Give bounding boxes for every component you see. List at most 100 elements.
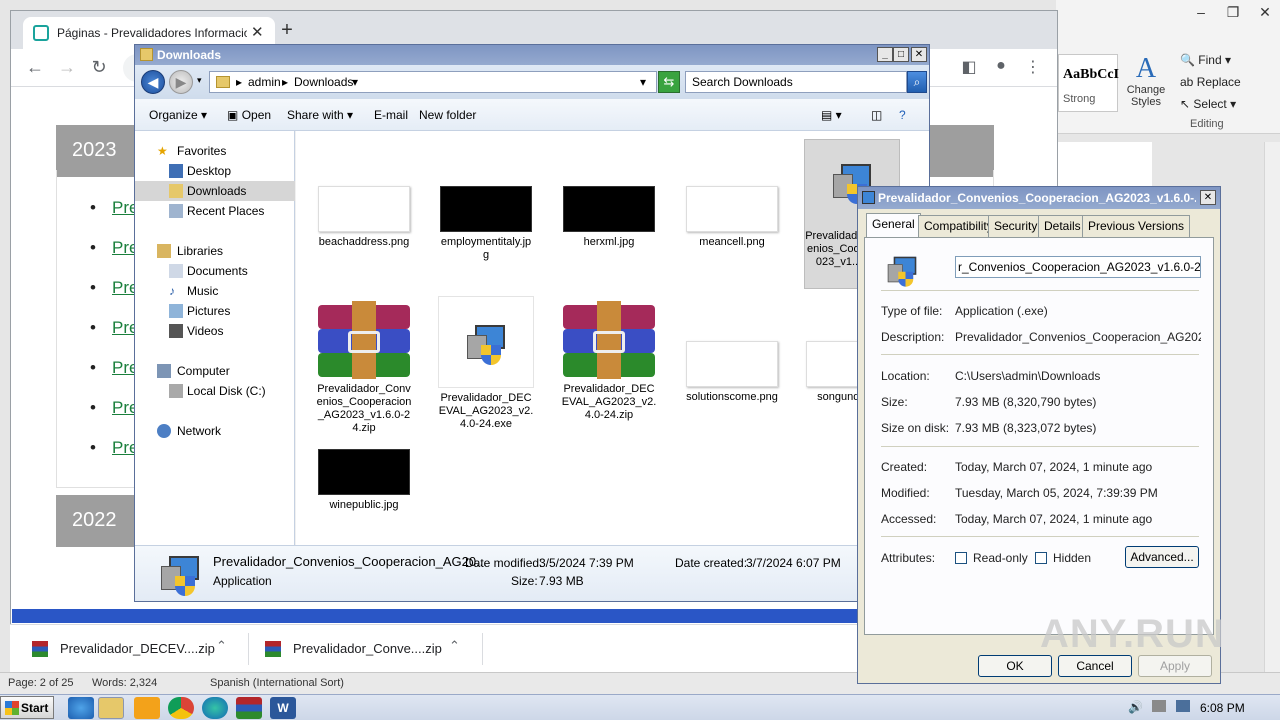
new-folder-button[interactable]: New folder [419, 108, 476, 122]
language-status[interactable]: Spanish (International Sort) [210, 677, 344, 689]
media-player-icon[interactable] [134, 697, 160, 719]
start-button[interactable]: Start [0, 696, 54, 719]
maximize-button[interactable]: □ [893, 47, 909, 62]
file-item[interactable]: Prevalidador_DECEVAL_AG2023_v2.4.0-24.ex… [438, 296, 534, 431]
breadcrumb-admin[interactable]: admin [248, 75, 281, 89]
word-close-button[interactable]: ✕ [1250, 4, 1280, 24]
explorer-taskbar-icon[interactable] [98, 697, 124, 719]
nav-favorites[interactable]: ★ Favorites [135, 141, 295, 161]
download-item[interactable]: Prevalidador_Conve....zip ⌃ [243, 625, 475, 673]
advanced-button[interactable]: Advanced... [1125, 546, 1199, 568]
edge-icon[interactable] [202, 697, 228, 719]
ok-button[interactable]: OK [978, 655, 1052, 677]
preview-pane-icon[interactable]: ◫ [871, 108, 882, 122]
reload-icon[interactable]: ↻ [87, 57, 111, 79]
network-tray-icon[interactable] [1152, 700, 1166, 712]
find-label: Find [1198, 53, 1222, 67]
clock[interactable]: 6:08 PM [1200, 701, 1245, 715]
nav-computer[interactable]: Computer [135, 361, 295, 381]
properties-title-bar[interactable]: Prevalidador_Convenios_Cooperacion_AG202… [858, 187, 1220, 209]
volume-icon[interactable]: 🔊 [1128, 700, 1143, 714]
search-input[interactable]: Search Downloads [685, 71, 907, 93]
file-item[interactable]: meancell.png [684, 186, 780, 249]
file-item[interactable]: employmentitaly.jpg [438, 186, 534, 262]
file-name-input[interactable]: r_Convenios_Cooperacion_AG2023_v1.6.0-24… [955, 256, 1201, 278]
nav-pictures[interactable]: Pictures [135, 301, 295, 321]
share-with-button[interactable]: Share with ▾ [287, 108, 353, 122]
year-2023-label: 2023 [72, 139, 117, 161]
winrar-icon[interactable] [236, 697, 262, 719]
nav-libraries[interactable]: Libraries [135, 241, 295, 261]
sidebar-icon[interactable]: ◧ [957, 57, 981, 79]
view-icon[interactable]: ▤ ▾ [821, 108, 842, 122]
forward-arrow-icon[interactable]: ▶ [169, 70, 193, 94]
word-minimize-button[interactable]: – [1186, 4, 1216, 24]
word-restore-button[interactable]: ❐ [1218, 4, 1248, 24]
close-button[interactable]: ✕ [911, 47, 927, 62]
back-arrow-icon[interactable]: ◀ [141, 70, 165, 94]
forward-arrow-icon[interactable]: → [55, 57, 79, 79]
chevron-up-icon[interactable]: ⌃ [449, 638, 460, 654]
back-arrow-icon[interactable]: ← [23, 57, 47, 79]
tab-general[interactable]: General [866, 213, 921, 238]
open-button[interactable]: ▣ Open [227, 108, 271, 122]
readonly-checkbox[interactable] [955, 552, 967, 564]
nav-documents[interactable]: Documents [135, 261, 295, 281]
minimize-button[interactable]: _ [877, 47, 893, 62]
chrome-icon[interactable] [168, 697, 194, 719]
tab-previous-versions[interactable]: Previous Versions [1082, 215, 1191, 237]
download-item[interactable]: Prevalidador_DECEV....zip ⌃ [10, 625, 242, 673]
file-item[interactable]: Prevalidador_DECEVAL_AG2023_v2.4.0-24.zi… [561, 301, 657, 422]
select-button[interactable]: ↖ Select ▾ [1180, 97, 1270, 117]
file-item[interactable]: winepublic.jpg [316, 449, 412, 512]
nav-music[interactable]: ♪ Music [135, 281, 295, 301]
breadcrumb[interactable]: ▸ admin ▸ Downloads ▾ ▾ [209, 71, 657, 93]
tab-close-icon[interactable]: ✕ [251, 23, 264, 41]
chevron-up-icon[interactable]: ⌃ [216, 638, 227, 654]
ie-icon[interactable] [68, 697, 94, 719]
tab-title: Páginas - Prevalidadores Informacion [57, 26, 247, 40]
nav-desktop[interactable]: Desktop [135, 161, 295, 181]
profile-icon[interactable]: ● [989, 57, 1013, 79]
music-icon: ♪ [169, 284, 175, 298]
tab-details[interactable]: Details [1038, 215, 1087, 237]
word-icon[interactable]: W [270, 697, 296, 719]
close-button[interactable]: ✕ [1200, 190, 1216, 205]
apply-button[interactable]: Apply [1138, 655, 1212, 677]
page-count[interactable]: Page: 2 of 25 [8, 677, 73, 689]
file-item[interactable]: Prevalidador_Convenios_Cooperacion_AG202… [316, 301, 412, 435]
file-item[interactable]: solutionscome.png [684, 341, 780, 404]
accessed-label: Accessed: [881, 512, 937, 526]
word-vertical-scrollbar[interactable] [1264, 142, 1280, 672]
new-tab-button[interactable]: + [275, 19, 299, 42]
replace-button[interactable]: ab Replace [1180, 75, 1270, 95]
breadcrumb-downloads[interactable]: Downloads [294, 75, 353, 89]
file-item[interactable]: herxml.jpg [561, 186, 657, 249]
change-styles-button[interactable]: A Change Styles [1124, 54, 1168, 118]
history-dropdown-icon[interactable]: ▾ [197, 75, 202, 86]
email-button[interactable]: E-mail [374, 108, 408, 122]
explorer-title-bar[interactable]: Downloads _ □ ✕ [135, 45, 929, 65]
help-icon[interactable]: ? [899, 108, 906, 122]
nav-downloads[interactable]: Downloads [135, 181, 295, 201]
refresh-icon[interactable]: ⇆ [658, 71, 680, 93]
file-item[interactable]: beachaddress.png [316, 186, 412, 249]
nav-recent-places[interactable]: Recent Places [135, 201, 295, 221]
word-count[interactable]: Words: 2,324 [92, 677, 157, 689]
search-icon[interactable]: ⌕ [907, 71, 927, 93]
organize-button[interactable]: Organize ▾ [149, 108, 207, 122]
address-dropdown-icon[interactable]: ▾ [640, 75, 646, 89]
hidden-checkbox[interactable] [1035, 552, 1047, 564]
tab-compatibility[interactable]: Compatibility [918, 215, 999, 237]
tab-security[interactable]: Security [988, 215, 1044, 237]
nav-videos[interactable]: Videos [135, 321, 295, 341]
monitor-tray-icon[interactable] [1176, 700, 1190, 712]
menu-icon[interactable]: ⋮ [1021, 57, 1045, 79]
style-gallery[interactable]: AaBbCcI Strong [1058, 54, 1119, 112]
find-button[interactable]: 🔍 Find ▾ [1180, 53, 1270, 73]
nav-local-disk[interactable]: Local Disk (C:) [135, 381, 295, 401]
cancel-button[interactable]: Cancel [1058, 655, 1132, 677]
readonly-label[interactable]: Read-only [973, 551, 1028, 565]
hidden-label[interactable]: Hidden [1053, 551, 1091, 565]
nav-network[interactable]: Network [135, 421, 295, 441]
